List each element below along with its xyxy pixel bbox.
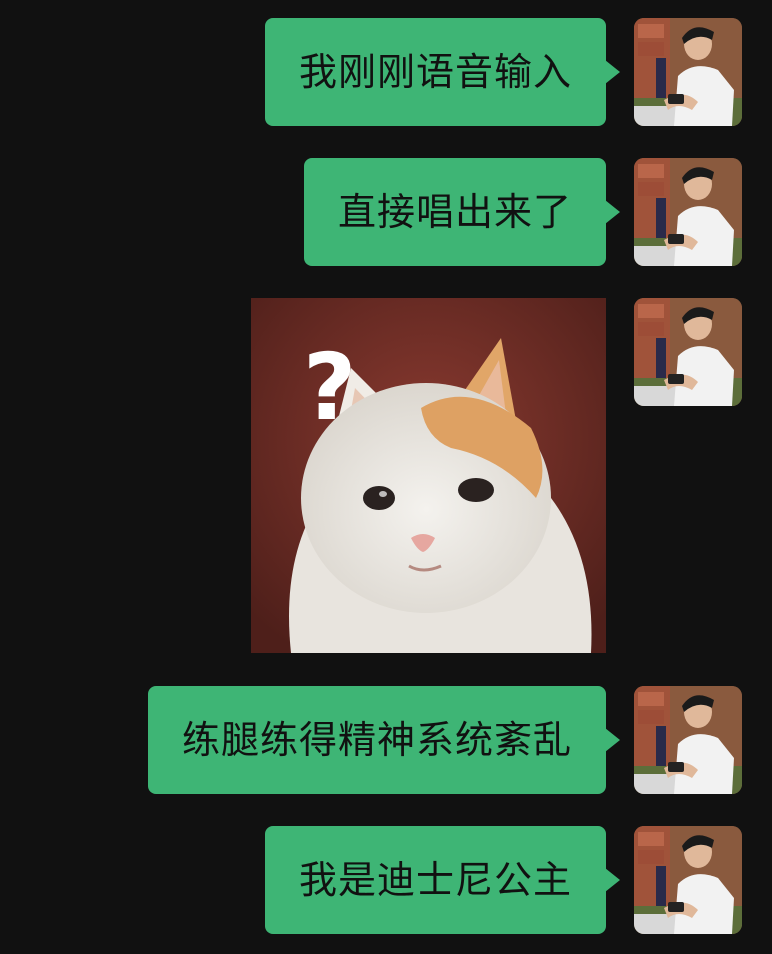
message-text: 练腿练得精神系统紊乱 — [181, 718, 572, 762]
message-row: 练腿练得精神系统紊乱 — [147, 686, 742, 794]
message-bubble[interactable]: 我是迪士尼公主 — [264, 826, 621, 934]
avatar[interactable] — [634, 298, 742, 406]
question-mark-icon: ? — [303, 334, 357, 441]
chat-message-list[interactable]: 我刚刚语音输入 直接唱出来了 ? 练腿练得精神系统紊乱 我是迪士尼公主 — [0, 0, 772, 954]
message-row: ? — [251, 298, 742, 653]
avatar-image — [634, 686, 742, 794]
message-text: 我是迪士尼公主 — [298, 858, 572, 902]
message-bubble[interactable]: 我刚刚语音输入 — [264, 18, 621, 126]
message-bubble[interactable]: 直接唱出来了 — [303, 158, 621, 266]
avatar-image — [634, 298, 742, 406]
avatar[interactable] — [634, 158, 742, 266]
message-text: 我刚刚语音输入 — [298, 50, 572, 94]
message-text: 直接唱出来了 — [337, 190, 572, 234]
avatar[interactable] — [634, 18, 742, 126]
avatar-image — [634, 18, 742, 126]
message-row: 直接唱出来了 — [303, 158, 742, 266]
cat-sticker-image[interactable]: ? — [251, 298, 606, 653]
avatar-image — [634, 826, 742, 934]
message-row: 我刚刚语音输入 — [264, 18, 742, 126]
message-row: 我是迪士尼公主 — [264, 826, 742, 934]
message-bubble[interactable]: 练腿练得精神系统紊乱 — [147, 686, 621, 794]
avatar-image — [634, 158, 742, 266]
avatar[interactable] — [634, 826, 742, 934]
avatar[interactable] — [634, 686, 742, 794]
